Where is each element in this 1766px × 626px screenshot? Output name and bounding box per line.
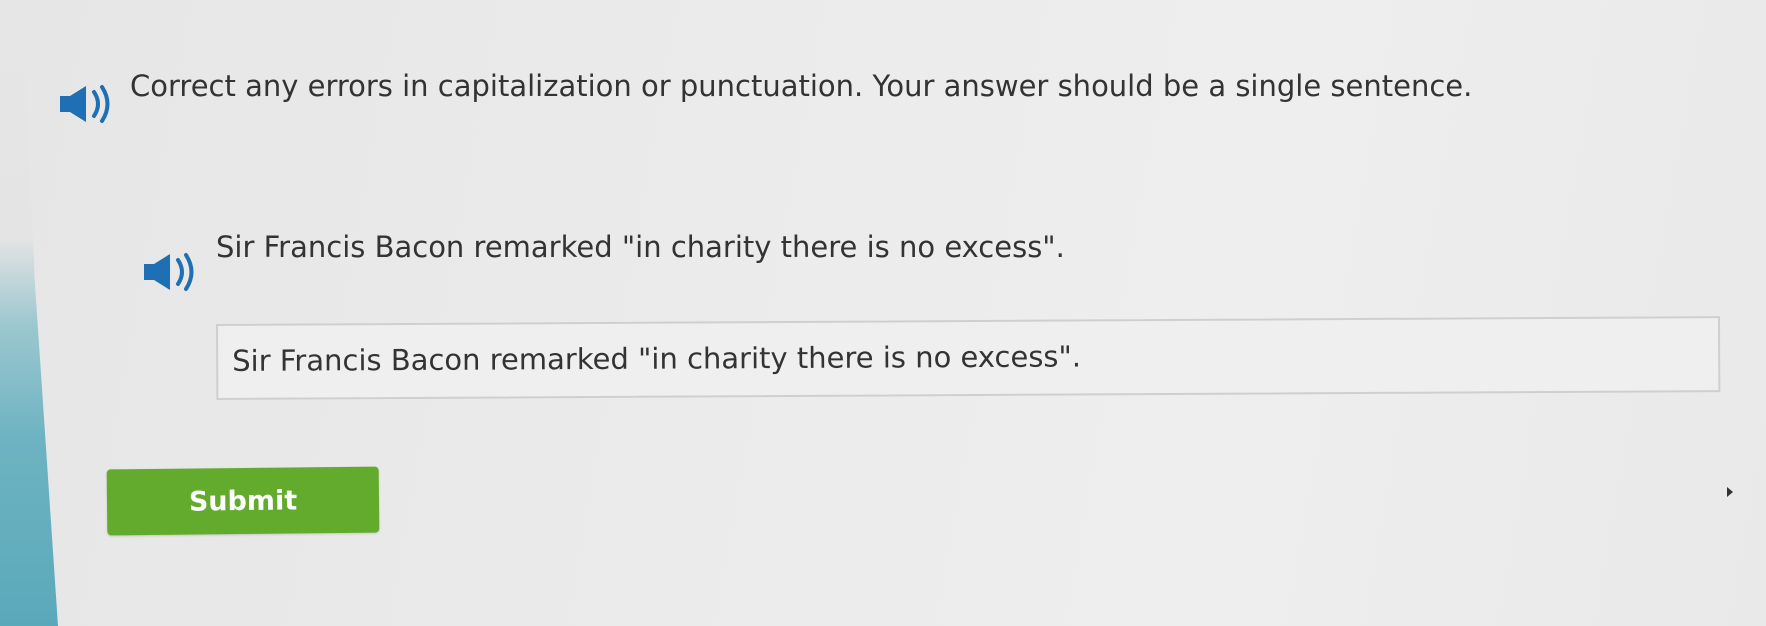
sentence-speaker-icon[interactable] <box>140 250 198 294</box>
prompt-sentence: Sir Francis Bacon remarked "in charity t… <box>216 230 1065 264</box>
instruction-text: Correct any errors in capitalization or … <box>130 69 1473 103</box>
answer-input-value[interactable]: Sir Francis Bacon remarked "in charity t… <box>232 339 1081 377</box>
answer-input[interactable]: Sir Francis Bacon remarked "in charity t… <box>216 316 1721 400</box>
left-edge-strip <box>0 0 58 626</box>
submit-button[interactable]: Submit <box>106 466 380 536</box>
mouse-cursor-icon <box>1727 487 1733 497</box>
